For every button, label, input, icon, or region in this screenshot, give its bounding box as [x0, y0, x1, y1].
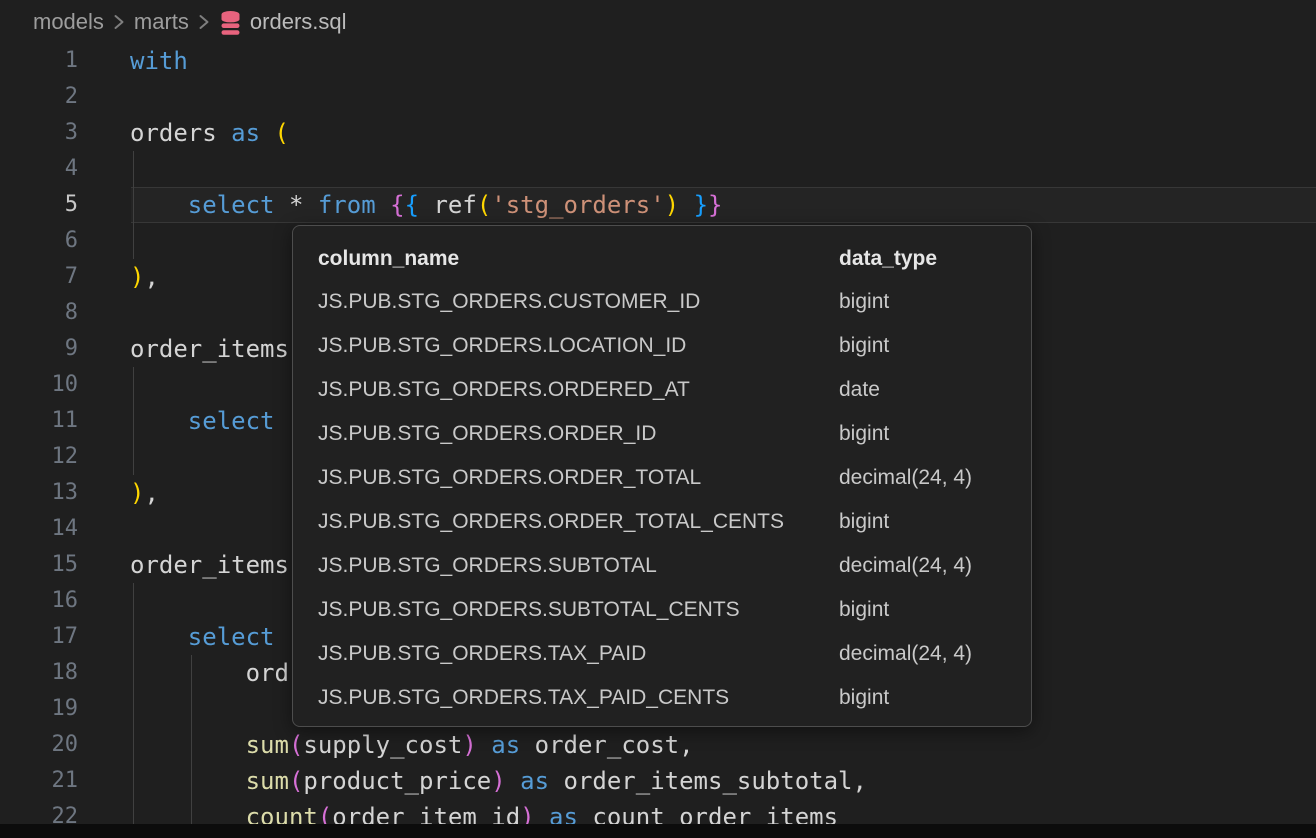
code-line-5[interactable]: 5 select * from {{ ref('stg_orders') }} — [0, 187, 1316, 223]
breadcrumb-file[interactable]: orders.sql — [250, 9, 347, 35]
line-number-9: 9 — [0, 331, 78, 367]
line-number-18: 18 — [0, 655, 78, 691]
column-info-tooltip: column_name data_type JS.PUB.STG_ORDERS.… — [292, 225, 1032, 727]
column-name-cell: JS.PUB.STG_ORDERS.TAX_PAID — [318, 642, 839, 666]
line-number-6: 6 — [0, 223, 78, 259]
column-name-cell: JS.PUB.STG_ORDERS.ORDER_ID — [318, 422, 839, 446]
code-text: order_items — [130, 331, 289, 367]
column-name-cell: JS.PUB.STG_ORDERS.ORDERED_AT — [318, 378, 839, 402]
line-number-12: 12 — [0, 439, 78, 475]
code-line-21[interactable]: 21 sum(product_price) as order_items_sub… — [0, 763, 1316, 799]
chevron-right-icon — [113, 11, 125, 33]
code-line-4[interactable]: 4 — [0, 151, 1316, 187]
tooltip-column-row: JS.PUB.STG_ORDERS.ORDER_TOTAL_CENTSbigin… — [318, 500, 1031, 544]
column-name-cell: JS.PUB.STG_ORDERS.TAX_PAID_CENTS — [318, 686, 839, 710]
data-type-cell: bigint — [839, 422, 889, 446]
code-text: orders as ( — [130, 115, 289, 151]
column-name-cell: JS.PUB.STG_ORDERS.SUBTOTAL_CENTS — [318, 598, 839, 622]
tooltip-column-row: JS.PUB.STG_ORDERS.TAX_PAIDdecimal(24, 4) — [318, 632, 1031, 676]
code-text: ), — [130, 259, 159, 295]
code-line-1[interactable]: 1 with — [0, 43, 1316, 79]
line-number-8: 8 — [0, 295, 78, 331]
code-text: select — [130, 403, 275, 439]
line-number-2: 2 — [0, 79, 78, 115]
line-number-19: 19 — [0, 691, 78, 727]
data-type-cell: bigint — [839, 510, 889, 534]
code-text: select * from {{ ref('stg_orders') }} — [130, 187, 722, 223]
code-text: select — [130, 619, 275, 655]
tooltip-column-row: JS.PUB.STG_ORDERS.ORDERED_ATdate — [318, 368, 1031, 412]
tooltip-column-row: JS.PUB.STG_ORDERS.SUBTOTAL_CENTSbigint — [318, 588, 1031, 632]
line-number-14: 14 — [0, 511, 78, 547]
data-type-cell: decimal(24, 4) — [839, 554, 972, 578]
breadcrumb-item-marts[interactable]: marts — [134, 9, 189, 35]
database-icon — [219, 10, 242, 35]
line-number-1: 1 — [0, 43, 78, 79]
data-type-cell: decimal(24, 4) — [839, 466, 972, 490]
code-text: sum(supply_cost) as order_cost, — [130, 727, 694, 763]
code-line-2[interactable]: 2 — [0, 79, 1316, 115]
data-type-cell: bigint — [839, 598, 889, 622]
code-line-3[interactable]: 3 orders as ( — [0, 115, 1316, 151]
data-type-cell: bigint — [839, 686, 889, 710]
tooltip-column-row: JS.PUB.STG_ORDERS.LOCATION_IDbigint — [318, 324, 1031, 368]
line-number-17: 17 — [0, 619, 78, 655]
line-number-5: 5 — [0, 187, 78, 223]
line-number-4: 4 — [0, 151, 78, 187]
code-text: ), — [130, 475, 159, 511]
chevron-right-icon — [198, 11, 210, 33]
code-line-20[interactable]: 20 sum(supply_cost) as order_cost, — [0, 727, 1316, 763]
column-name-cell: JS.PUB.STG_ORDERS.SUBTOTAL — [318, 554, 839, 578]
editor-window: models marts orders.sql 1 with 23 orders as… — [0, 0, 1316, 838]
breadcrumb-item-models[interactable]: models — [33, 9, 104, 35]
tooltip-column-row: JS.PUB.STG_ORDERS.CUSTOMER_IDbigint — [318, 280, 1031, 324]
tooltip-column-row: JS.PUB.STG_ORDERS.ORDER_TOTALdecimal(24,… — [318, 456, 1031, 500]
line-number-10: 10 — [0, 367, 78, 403]
tooltip-column-row: JS.PUB.STG_ORDERS.ORDER_IDbigint — [318, 412, 1031, 456]
code-text: order_items — [130, 547, 289, 583]
line-number-3: 3 — [0, 115, 78, 151]
line-number-11: 11 — [0, 403, 78, 439]
data-type-cell: date — [839, 378, 880, 402]
data-type-cell: decimal(24, 4) — [839, 642, 972, 666]
column-name-cell: JS.PUB.STG_ORDERS.ORDER_TOTAL — [318, 466, 839, 490]
line-number-7: 7 — [0, 259, 78, 295]
editor-bottom-edge — [0, 824, 1316, 838]
tooltip-column-row: JS.PUB.STG_ORDERS.SUBTOTALdecimal(24, 4) — [318, 544, 1031, 588]
breadcrumb: models marts orders.sql — [33, 0, 356, 44]
tooltip-column-row: JS.PUB.STG_ORDERS.TAX_PAID_CENTSbigint — [318, 676, 1031, 720]
code-text: with — [130, 43, 188, 79]
data-type-cell: bigint — [839, 290, 889, 314]
tooltip-header-row: column_name data_type — [318, 238, 1031, 280]
line-number-15: 15 — [0, 547, 78, 583]
line-number-16: 16 — [0, 583, 78, 619]
tooltip-header-data-type: data_type — [839, 247, 937, 271]
column-name-cell: JS.PUB.STG_ORDERS.ORDER_TOTAL_CENTS — [318, 510, 839, 534]
tooltip-header-column-name: column_name — [318, 247, 839, 271]
code-text: sum(product_price) as order_items_subtot… — [130, 763, 867, 799]
column-name-cell: JS.PUB.STG_ORDERS.CUSTOMER_ID — [318, 290, 839, 314]
code-text: ord — [130, 655, 289, 691]
data-type-cell: bigint — [839, 334, 889, 358]
line-number-21: 21 — [0, 763, 78, 799]
column-name-cell: JS.PUB.STG_ORDERS.LOCATION_ID — [318, 334, 839, 358]
line-number-13: 13 — [0, 475, 78, 511]
line-number-20: 20 — [0, 727, 78, 763]
